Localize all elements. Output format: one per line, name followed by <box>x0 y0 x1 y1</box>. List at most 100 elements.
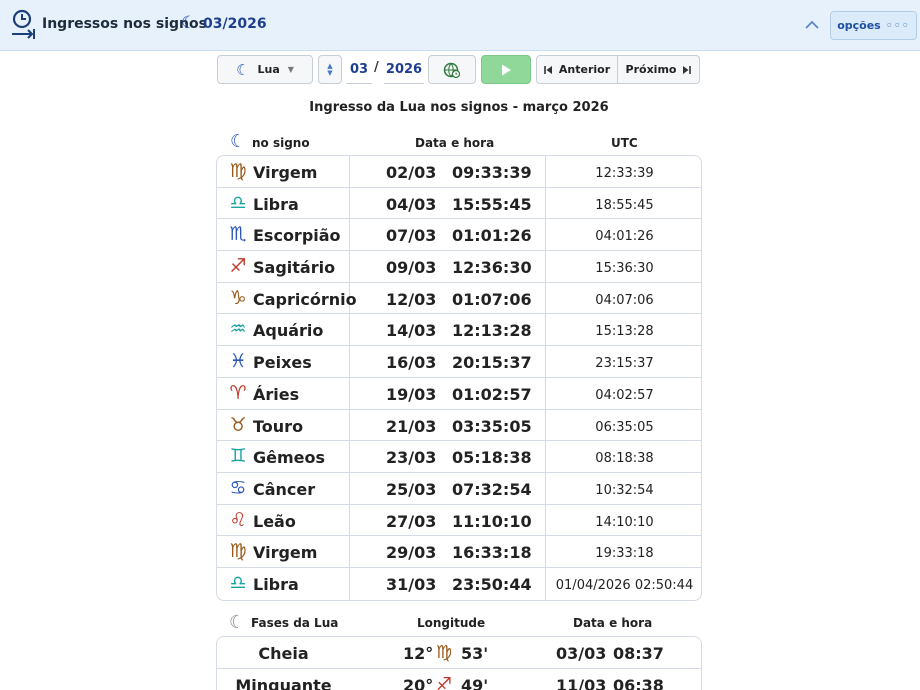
body-select[interactable]: ☾ Lua ▼ <box>217 55 313 84</box>
table-row: ♐ Sagitário 09/03 12:36:30 15:36:30 <box>217 251 701 283</box>
col-header-sign: no signo <box>252 136 310 150</box>
col-header-datetime: Data e hora <box>415 136 495 150</box>
ingress-time: 01:02:57 <box>452 384 532 404</box>
moon-icon: ☾ <box>236 60 250 79</box>
ingress-time: 23:50:44 <box>452 574 532 594</box>
caret-down-icon: ▼ <box>287 65 294 74</box>
ingress-date: 04/03 <box>386 194 437 214</box>
sign-name: Touro <box>253 416 304 436</box>
skip-next-icon <box>683 65 692 74</box>
sign-cell: ♎ Libra <box>217 567 350 600</box>
zodiac-sign-icon: ♍ <box>436 642 453 663</box>
sign-name: Áries <box>253 384 300 404</box>
phase-row: Minguante 20° ♐ 49' 11/03 06:38 <box>217 669 701 690</box>
col-header-utc: UTC <box>611 136 638 150</box>
date-separator: / <box>374 60 379 75</box>
table-row: ♍ Virgem 02/03 09:33:39 12:33:39 <box>217 156 701 188</box>
table-row: ♊ Gêmeos 23/03 05:18:38 08:18:38 <box>217 441 701 473</box>
utc-time: 15:36:30 <box>595 261 654 277</box>
utc-cell: 01/04/2026 02:50:44 <box>546 568 701 600</box>
month-stepper[interactable]: ▲ ▼ <box>318 55 342 84</box>
phase-date: 11/03 <box>556 676 607 690</box>
utc-cell: 04:07:06 <box>546 283 701 314</box>
play-button[interactable] <box>481 55 531 84</box>
moon-icon: ☾ <box>181 13 197 33</box>
utc-cell: 14:10:10 <box>546 505 701 536</box>
utc-cell: 08:18:38 <box>546 441 701 472</box>
sign-cell: ♉ Touro <box>217 409 350 441</box>
zodiac-sign-icon: ♎ <box>229 571 247 594</box>
sign-cell: ♍ Virgem <box>217 156 350 187</box>
utc-time: 04:07:06 <box>595 292 654 308</box>
caret-down-icon[interactable]: ▼ <box>327 69 332 77</box>
sign-cell: ♌ Leão <box>217 504 350 536</box>
datetime-cell: 07/03 01:01:26 <box>350 219 546 251</box>
ingress-time: 07:32:54 <box>452 479 532 499</box>
next-label: Próximo <box>625 63 677 76</box>
sign-name: Virgem <box>253 543 318 563</box>
ingress-date: 19/03 <box>386 384 437 404</box>
longitude-degree: 12° <box>403 644 434 663</box>
zodiac-sign-icon: ♈ <box>229 381 247 404</box>
zodiac-sign-icon: ♉ <box>229 413 247 436</box>
moon-phase-icon: ☾ <box>229 612 246 633</box>
skip-previous-icon <box>544 65 552 74</box>
sign-cell: ♑ Capricórnio <box>217 282 357 314</box>
utc-time: 23:15:37 <box>595 356 654 372</box>
sign-name: Câncer <box>253 479 316 499</box>
datetime-cell: 25/03 07:32:54 <box>350 472 546 504</box>
body-select-label: Lua <box>257 63 280 76</box>
utc-cell: 23:15:37 <box>546 346 701 377</box>
table-row: ♏ Escorpião 07/03 01:01:26 04:01:26 <box>217 219 701 252</box>
next-button[interactable]: Próximo <box>618 55 700 84</box>
more-dots-icon: ◦◦◦ <box>885 19 910 32</box>
table-row: ♍ Virgem 29/03 16:33:18 19:33:18 <box>217 536 701 568</box>
zodiac-sign-icon: ♒ <box>229 318 247 341</box>
table-row: ♎ Libra 04/03 15:55:45 18:55:45 <box>217 187 701 220</box>
datetime-cell: 09/03 12:36:30 <box>350 251 546 282</box>
ingress-date: 25/03 <box>386 479 437 499</box>
moon-icon: ☾ <box>230 131 247 152</box>
longitude-degree: 20° <box>403 676 434 690</box>
ingress-time: 11:10:10 <box>452 511 532 531</box>
location-button[interactable] <box>428 55 476 84</box>
datetime-cell: 02/03 09:33:39 <box>350 156 546 187</box>
zodiac-sign-icon: ♊ <box>229 445 247 468</box>
table-row: ♋ Câncer 25/03 07:32:54 10:32:54 <box>217 472 701 505</box>
previous-button[interactable]: Anterior <box>536 55 618 84</box>
zodiac-sign-icon: ♐ <box>229 255 247 278</box>
table-row: ♎ Libra 31/03 23:50:44 01/04/2026 02:50:44 <box>217 567 701 600</box>
options-button[interactable]: opções ◦◦◦ <box>830 11 917 40</box>
ingress-date: 12/03 <box>386 289 437 309</box>
month-input[interactable]: 03 <box>346 55 372 84</box>
play-icon <box>502 64 511 75</box>
utc-time: 04:02:57 <box>595 387 654 403</box>
zodiac-sign-icon: ♍ <box>229 160 247 182</box>
table-row: ♒ Aquário 14/03 12:13:28 15:13:28 <box>217 314 701 347</box>
longitude-minutes: 53' <box>461 644 489 663</box>
utc-cell: 19:33:18 <box>546 536 701 567</box>
ingress-date: 09/03 <box>386 258 437 278</box>
previous-label: Anterior <box>558 63 611 76</box>
datetime-cell: 29/03 16:33:18 <box>350 536 546 567</box>
ingress-time: 15:55:45 <box>452 194 532 214</box>
sign-name: Aquário <box>253 321 324 341</box>
sign-cell: ♎ Libra <box>217 187 350 219</box>
year-input[interactable]: 2026 <box>384 55 424 84</box>
ingress-time: 12:13:28 <box>452 321 532 341</box>
datetime-cell: 12/03 01:07:06 <box>350 282 546 314</box>
ingress-date: 27/03 <box>386 511 437 531</box>
ingress-date: 29/03 <box>386 543 437 563</box>
datetime-cell: 14/03 12:13:28 <box>350 314 546 346</box>
datetime-cell: 04/03 15:55:45 <box>350 187 546 219</box>
sign-cell: ♍ Virgem <box>217 536 350 567</box>
ingress-time: 01:07:06 <box>452 289 532 309</box>
col-header-phase: Fases da Lua <box>251 616 339 630</box>
zodiac-sign-icon: ♐ <box>436 674 453 690</box>
sign-cell: ♓ Peixes <box>217 346 350 377</box>
phase-time: 06:38 <box>613 676 664 690</box>
chevron-up-icon[interactable] <box>803 16 821 34</box>
utc-cell: 15:36:30 <box>546 251 701 282</box>
ingress-date: 02/03 <box>386 163 437 182</box>
sign-cell: ♋ Câncer <box>217 472 350 504</box>
